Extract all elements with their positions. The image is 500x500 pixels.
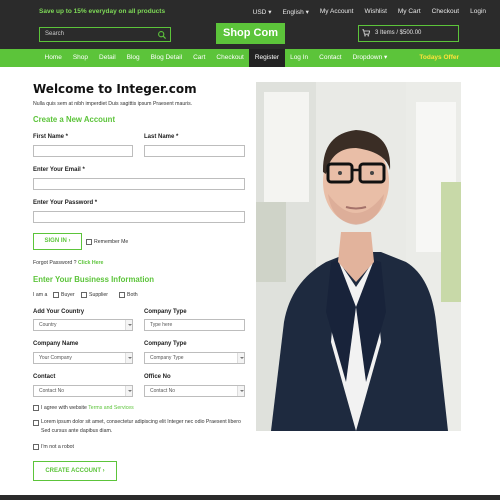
i-am-label: I am a bbox=[33, 292, 48, 298]
company-type-label: Company Type bbox=[144, 309, 187, 315]
currency-dropdown[interactable]: USD ▾ bbox=[253, 8, 272, 16]
language-dropdown[interactable]: English ▾ bbox=[282, 8, 308, 16]
robot-label: I'm not a robot bbox=[41, 444, 74, 450]
chevron-down-icon bbox=[237, 353, 244, 363]
last-name-field[interactable] bbox=[144, 145, 245, 157]
nav-login[interactable]: Log In bbox=[285, 49, 314, 67]
cart-button[interactable]: 3 Items / $500.00 bbox=[358, 25, 459, 42]
company-name-select[interactable]: Your Company bbox=[33, 352, 133, 364]
nav-home[interactable]: Home bbox=[39, 49, 67, 67]
contact-select[interactable]: Contact No bbox=[33, 385, 133, 397]
email-field[interactable] bbox=[33, 178, 245, 190]
search-placeholder: Search bbox=[45, 31, 65, 37]
main-nav: Home Shop Detail Blog Blog Detail Cart C… bbox=[0, 49, 500, 67]
terms-link[interactable]: Terms and Services bbox=[88, 405, 134, 411]
cart-summary: 3 Items / $500.00 bbox=[375, 30, 422, 36]
nav-checkout[interactable]: Checkout bbox=[211, 49, 249, 67]
page-title: Welcome to Integer.com bbox=[33, 82, 197, 96]
business-heading: Enter Your Business Information bbox=[33, 275, 155, 284]
company-name-label: Company Name bbox=[33, 341, 79, 347]
supplier-checkbox[interactable] bbox=[81, 292, 87, 298]
top-bar: Save up to 15% everyday on all products … bbox=[0, 0, 500, 49]
supplier-label: Supplier bbox=[89, 292, 109, 298]
nav-shop[interactable]: Shop bbox=[67, 49, 93, 67]
cart-icon bbox=[362, 29, 370, 37]
top-links: USD ▾ English ▾ My Account Wishlist My C… bbox=[242, 8, 486, 16]
remember-me-checkbox[interactable] bbox=[86, 239, 92, 245]
new-account-heading: Create a New Account bbox=[33, 115, 116, 124]
terms-label: I agree with website Terms and Services bbox=[41, 405, 134, 411]
my-cart-link[interactable]: My Cart bbox=[398, 8, 421, 16]
office-no-label: Office No bbox=[144, 374, 171, 380]
robot-checkbox[interactable] bbox=[33, 444, 39, 450]
country-label: Add Your Country bbox=[33, 309, 85, 315]
promo-text: Save up to 15% everyday on all products bbox=[39, 8, 166, 15]
nav-blog-detail[interactable]: Blog Detail bbox=[145, 49, 187, 67]
chevron-down-icon bbox=[125, 320, 132, 330]
page-subtitle: Nulla quis sem at nibh imperdiet Duis sa… bbox=[33, 101, 193, 107]
nav-contact[interactable]: Contact bbox=[314, 49, 347, 67]
login-link[interactable]: Login bbox=[470, 8, 486, 16]
search-icon[interactable] bbox=[157, 30, 167, 40]
contact-label: Contact bbox=[33, 374, 56, 380]
country-select[interactable]: Country bbox=[33, 319, 133, 331]
chevron-down-icon bbox=[125, 353, 132, 363]
create-account-button[interactable]: CREATE ACCOUNT › bbox=[33, 461, 117, 481]
terms-checkbox[interactable] bbox=[33, 405, 39, 411]
first-name-field[interactable] bbox=[33, 145, 133, 157]
both-checkbox[interactable] bbox=[119, 292, 125, 298]
search-input[interactable]: Search bbox=[39, 27, 171, 42]
company-type-input[interactable]: Type here bbox=[144, 319, 245, 331]
nav-dropdown[interactable]: Dropdown ▾ bbox=[347, 49, 393, 67]
forgot-password: Forgot Password ? Click Here bbox=[33, 260, 104, 266]
chevron-down-icon bbox=[237, 386, 244, 396]
remember-me-label: Remember Me bbox=[94, 239, 129, 245]
nav-cart[interactable]: Cart bbox=[188, 49, 211, 67]
buyer-checkbox[interactable] bbox=[53, 292, 59, 298]
checkout-link[interactable]: Checkout bbox=[432, 8, 459, 16]
password-field[interactable] bbox=[33, 211, 245, 223]
sign-in-button[interactable]: SIGN IN › bbox=[33, 233, 82, 250]
lorem-text: Lorem ipsum dolor sit amet, consectetur … bbox=[41, 419, 241, 434]
nav-register[interactable]: Register bbox=[249, 49, 285, 67]
site-logo[interactable]: Shop Com bbox=[216, 23, 285, 44]
my-account-link[interactable]: My Account bbox=[320, 8, 354, 16]
office-no-select[interactable]: Contact No bbox=[144, 385, 245, 397]
email-label: Enter Your Email * bbox=[33, 167, 85, 173]
first-name-label: First Name * bbox=[33, 134, 69, 140]
newsletter-checkbox[interactable] bbox=[33, 420, 39, 426]
chevron-down-icon bbox=[125, 386, 132, 396]
both-label: Both bbox=[127, 292, 138, 298]
nav-blog[interactable]: Blog bbox=[121, 49, 145, 67]
last-name-label: Last Name * bbox=[144, 134, 179, 140]
profile-photo bbox=[256, 82, 461, 431]
register-form: Welcome to Integer.com Nulla quis sem at… bbox=[33, 82, 248, 481]
click-here-link[interactable]: Click Here bbox=[78, 260, 103, 266]
company-type-select[interactable]: Company Type bbox=[144, 352, 245, 364]
wishlist-link[interactable]: Wishlist bbox=[364, 8, 386, 16]
password-label: Enter Your Password * bbox=[33, 200, 98, 206]
man-portrait-image bbox=[256, 82, 461, 431]
todays-offer-link[interactable]: Todays Offer bbox=[419, 49, 459, 67]
buyer-label: Buyer bbox=[61, 292, 75, 298]
nav-detail[interactable]: Detail bbox=[94, 49, 122, 67]
footer-bar bbox=[0, 495, 500, 500]
company-type2-label: Company Type bbox=[144, 341, 187, 347]
